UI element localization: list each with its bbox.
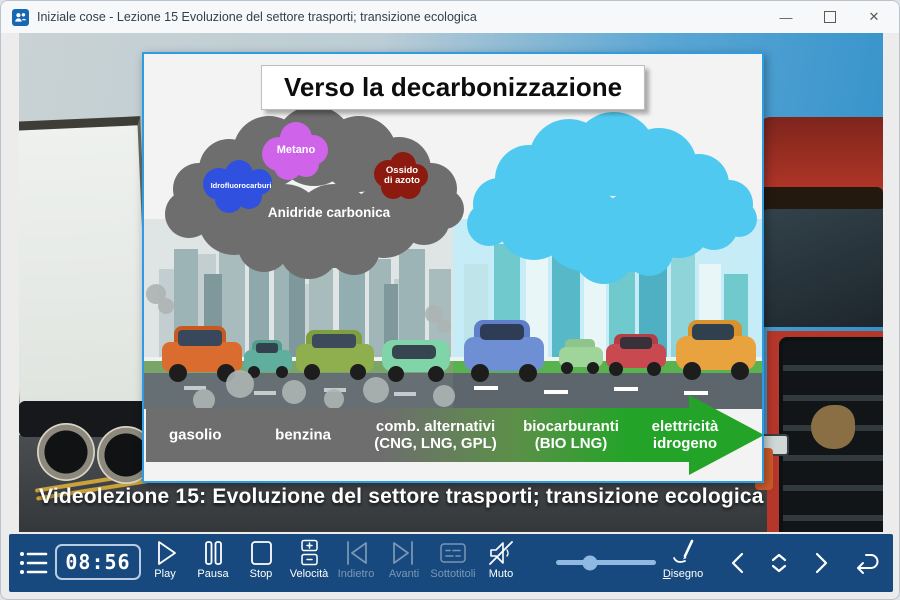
fuel-label-biocarburanti: biocarburanti(BIO LNG): [523, 418, 619, 453]
roadside-bush: [811, 405, 855, 449]
mute-button[interactable]: Muto: [473, 539, 529, 580]
ossido-di-azoto-label: Ossidodi azoto: [366, 166, 438, 187]
window-title: Iniziale cose - Lezione 15 Evoluzione de…: [37, 10, 477, 24]
draw-button[interactable]: Disegno: [655, 539, 711, 580]
skip-forward-icon: [389, 539, 419, 567]
mute-icon: [486, 539, 516, 567]
chevron-left-icon: [723, 548, 753, 578]
slide-title: Verso la decarbonizzazione: [261, 65, 645, 110]
skip-back-icon: [341, 539, 371, 567]
chevron-right-icon: [806, 548, 836, 578]
player-toolbar: 08:56 Play Pausa Stop: [9, 534, 893, 592]
next-button[interactable]: [804, 548, 838, 583]
metano-label: Metano: [254, 144, 338, 156]
return-arrow-icon: [848, 548, 882, 578]
fuel-label-comb-alternativi: comb. alternativi(CNG, LNG, GPL): [374, 418, 497, 453]
lesson-timer: 08:56: [55, 544, 141, 580]
playlist-button[interactable]: [13, 548, 53, 578]
pen-icon: [668, 539, 698, 567]
playlist-icon: [17, 548, 49, 578]
close-button[interactable]: ✕: [853, 1, 895, 33]
speed-plus-minus-icon: [294, 539, 324, 567]
prev-button[interactable]: [721, 548, 755, 583]
video-area[interactable]: Verso la decarbonizzazione Idrofluorocar…: [19, 33, 883, 532]
play-icon: [150, 539, 180, 567]
trailer-wheel: [37, 423, 95, 481]
idrofluorocarburi-label: Idrofluorocarburi: [189, 182, 293, 190]
fuel-labels: gasolio benzina comb. alternativi(CNG, L…: [146, 395, 762, 475]
expand-collapse-button[interactable]: [762, 548, 796, 583]
fuel-label-benzina: benzina: [275, 426, 331, 443]
maximize-button[interactable]: [809, 1, 851, 33]
app-window: Iniziale cose - Lezione 15 Evoluzione de…: [0, 0, 900, 600]
anidride-carbonica-label: Anidride carbonica: [244, 206, 414, 221]
return-button[interactable]: [845, 548, 885, 583]
fuel-label-gasolio: gasolio: [169, 426, 222, 443]
pause-icon: [198, 539, 228, 567]
maximize-icon: [824, 11, 836, 23]
title-bar: Iniziale cose - Lezione 15 Evoluzione de…: [1, 1, 899, 33]
slider-thumb[interactable]: [583, 555, 598, 570]
presentation-slide: Verso la decarbonizzazione Idrofluorocar…: [142, 52, 764, 483]
white-trailer-truck: [19, 116, 154, 432]
volume-slider[interactable]: [556, 560, 656, 565]
subtitles-icon: [438, 539, 468, 567]
fuel-label-elettricita-idrogeno: elettricitàidrogeno: [652, 418, 719, 453]
people-icon: [14, 11, 27, 24]
chevrons-up-down-icon: [764, 548, 794, 578]
video-caption: Videolezione 15: Evoluzione del settore …: [39, 485, 764, 509]
app-icon: [12, 9, 29, 26]
stop-icon: [246, 539, 276, 567]
minimize-button[interactable]: —: [765, 1, 807, 33]
